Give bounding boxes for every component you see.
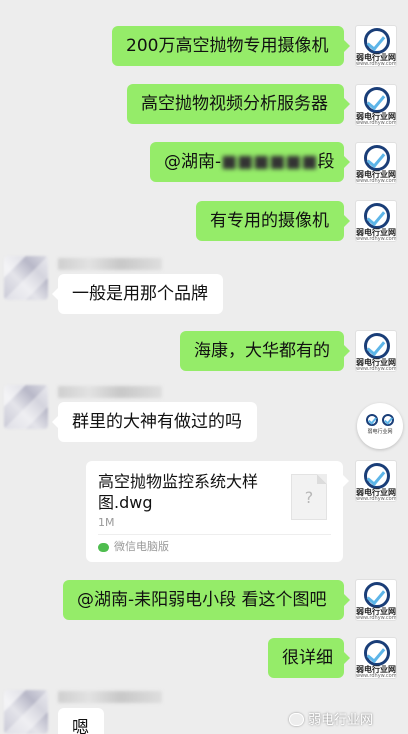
divider [98,534,331,535]
sender-nickname-redacted [58,386,162,398]
sender-avatar[interactable] [4,690,48,734]
message-bubble[interactable]: @湖南-■■■■■■段 [150,142,350,182]
file-source: 微信电脑版 [114,540,169,553]
sender-avatar[interactable]: 弱电行业网 www.rdhyw.com [355,579,397,621]
check-logo-icon [364,582,390,608]
message-bubble[interactable]: 200万高空抛物专用摄像机 [112,26,350,66]
floating-window-badge[interactable]: 弱电行业网 [357,403,403,449]
message-bubble[interactable]: 有专用的摄像机 [196,201,350,241]
badge-label: 弱电行业网 [367,429,393,435]
sender-avatar[interactable]: 弱电行业网 www.rdhyw.com [355,200,397,242]
check-logo-icon [364,333,390,359]
message-bubble[interactable]: 嗯 [58,708,104,734]
chat-screen: { "right_avatar": { "brand": "弱电行业网", "u… [0,0,408,734]
avatar-url: www.rdhyw.com [356,61,397,67]
redacted-text: ■■■■■■ [221,152,318,172]
check-logo-icon [364,145,390,171]
watermark: 弱电行业网 [308,713,374,728]
wechat-watermark-icon [289,713,304,726]
mention-text: @湖南- [164,152,222,172]
sender-avatar[interactable] [4,385,48,429]
sender-avatar[interactable]: 弱电行业网 www.rdhyw.com [355,460,397,502]
avatar-url: www.rdhyw.com [356,178,397,184]
file-size: 1M [98,516,115,529]
avatar-url: www.rdhyw.com [356,615,397,621]
message-bubble[interactable]: @湖南-耒阳弱电小段 看这个图吧 [63,580,350,620]
message-bubble[interactable]: 一般是用那个品牌 [52,274,223,314]
mention-tail: 段 [317,152,335,172]
file-name: 高空抛物监控系统大样图.dwg [98,472,259,512]
avatar-url: www.rdhyw.com [356,236,397,242]
sender-nickname-redacted [58,258,162,270]
check-logo-icon [366,414,378,426]
sender-nickname-redacted [58,691,162,703]
sender-avatar[interactable]: 弱电行业网 www.rdhyw.com [355,25,397,67]
check-logo-icon [364,87,390,113]
sender-avatar[interactable]: 弱电行业网 www.rdhyw.com [355,84,397,126]
sender-avatar[interactable]: 弱电行业网 www.rdhyw.com [355,637,397,679]
check-logo-icon [364,203,390,229]
message-bubble[interactable]: 很详细 [268,638,350,678]
check-logo-icon [382,414,394,426]
avatar-url: www.rdhyw.com [356,496,397,502]
sender-avatar[interactable] [4,256,48,300]
message-bubble[interactable]: 海康，大华都有的 [180,331,350,371]
wechat-icon [98,543,109,552]
check-logo-icon [364,28,390,54]
sender-avatar[interactable]: 弱电行业网 www.rdhyw.com [355,330,397,372]
check-logo-icon [364,640,390,666]
unknown-file-icon: ? [291,474,327,520]
message-bubble[interactable]: 高空抛物视频分析服务器 [127,84,350,124]
file-icon-glyph: ? [304,488,314,507]
avatar-url: www.rdhyw.com [356,673,397,679]
message-bubble[interactable]: 群里的大神有做过的吗 [52,402,257,442]
sender-avatar[interactable]: 弱电行业网 www.rdhyw.com [355,142,397,184]
avatar-url: www.rdhyw.com [356,366,397,372]
check-logo-icon [364,463,390,489]
avatar-url: www.rdhyw.com [356,120,397,126]
file-card[interactable]: 高空抛物监控系统大样图.dwg 1M ? 微信电脑版 [86,461,349,562]
